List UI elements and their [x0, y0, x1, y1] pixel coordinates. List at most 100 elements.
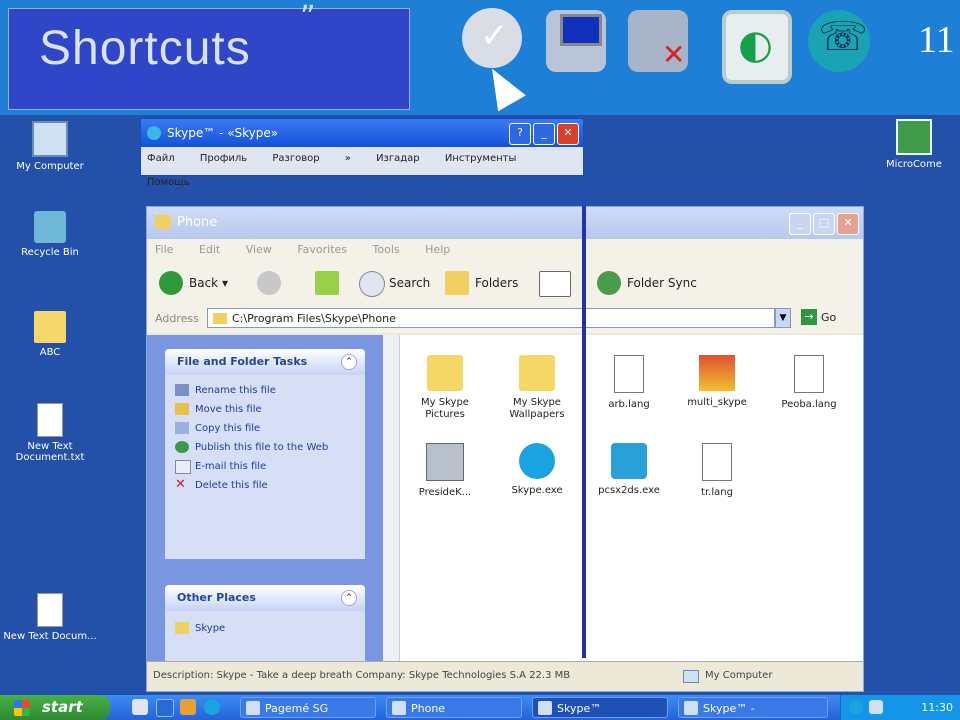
taskbar-button[interactable]: Pagemé SG	[240, 697, 376, 718]
up-folder-icon	[315, 271, 339, 295]
skype-mini-titlebar[interactable]: Skype™ - «Skype» ? _ ✕	[141, 119, 583, 147]
file-item[interactable]: pcsx2ds.exe	[587, 443, 671, 497]
task-rename[interactable]: Rename this file	[165, 381, 365, 400]
banner-quote-mark: ”	[300, 0, 316, 35]
desktop-icon-recycle-bin[interactable]: Recycle Bin	[2, 211, 98, 258]
desktop-icon-folder[interactable]: ABC	[2, 311, 98, 358]
status-bar: Description: Skype - Take a deep breath …	[147, 661, 863, 690]
text-document-icon	[37, 593, 63, 627]
task-move[interactable]: Move this file	[165, 400, 365, 419]
taskbar-button[interactable]: Phone	[386, 697, 522, 718]
sync-icon	[597, 271, 621, 295]
file-list-pane: My Skype Pictures My Skype Wallpapers ar…	[383, 335, 863, 661]
explorer-titlebar[interactable]: Phone _ □ ✕	[147, 207, 863, 239]
taskbar-button[interactable]: Skype™ -	[678, 697, 828, 718]
explorer-toolbar: Back ▾ Search Folders Folder Sync	[147, 261, 863, 305]
show-desktop-icon[interactable]	[132, 699, 148, 715]
file-item[interactable]: multi_skype	[675, 355, 759, 409]
menu-edit[interactable]: Edit	[199, 243, 220, 256]
menu-file[interactable]: File	[155, 243, 173, 256]
menu-item[interactable]: Помощь	[147, 177, 190, 188]
menu-item[interactable]: Инструменты	[445, 153, 517, 164]
network-tray-icon[interactable]	[869, 700, 883, 714]
text-document-icon	[794, 355, 824, 393]
status-description: Description: Skype - Take a deep breath …	[153, 670, 571, 681]
place-skype[interactable]: Skype	[165, 619, 365, 638]
help-icon[interactable]: ?	[509, 123, 531, 145]
file-item[interactable]: My Skype Wallpapers	[495, 355, 579, 421]
skype-quicklaunch-icon[interactable]	[204, 699, 220, 715]
explorer-title: Phone	[177, 215, 218, 230]
file-item[interactable]: My Skype Pictures	[403, 355, 487, 421]
menu-tools[interactable]: Tools	[373, 243, 400, 256]
task-email[interactable]: E-mail this file	[165, 457, 365, 476]
task-copy[interactable]: Copy this file	[165, 419, 365, 438]
folder-icon	[155, 215, 171, 229]
menu-favorites[interactable]: Favorites	[297, 243, 347, 256]
maximize-button[interactable]: □	[813, 213, 835, 235]
menu-item[interactable]: Разговор	[272, 153, 319, 164]
file-item[interactable]: Skype.exe	[495, 443, 579, 497]
task-delete[interactable]: ✕ Delete this file	[165, 476, 365, 495]
skype-icon	[519, 443, 555, 479]
up-folder-button[interactable]	[315, 271, 339, 295]
minimize-button[interactable]: _	[789, 213, 811, 235]
text-document-icon	[614, 355, 644, 393]
desktop-icon-share[interactable]: MicroCome	[866, 119, 960, 170]
folders-icon	[445, 271, 469, 295]
close-button[interactable]: ✕	[557, 123, 579, 145]
desktop-icon-label: My Computer	[16, 161, 84, 172]
menu-item[interactable]: Изгадар	[376, 153, 420, 164]
taskbar-button[interactable]: Skype™	[532, 697, 668, 718]
vertical-scrollbar[interactable]	[383, 335, 400, 661]
shortcuts-banner: Shortcuts ” 11	[0, 0, 960, 115]
close-button[interactable]: ✕	[837, 213, 859, 235]
menu-item[interactable]: »	[345, 153, 351, 164]
address-dropdown-button[interactable]: ▼	[775, 308, 791, 328]
menu-view[interactable]: View	[246, 243, 272, 256]
check-icon[interactable]	[462, 8, 522, 68]
file-label: Peoba.lang	[781, 399, 837, 410]
network-icon[interactable]	[546, 10, 606, 72]
file-item[interactable]: PresideK...	[403, 443, 487, 499]
skype-tray-icon[interactable]	[849, 700, 863, 714]
address-input[interactable]: C:\Program Files\Skype\Phone	[207, 308, 775, 328]
file-item[interactable]: tr.lang	[675, 443, 759, 499]
clock: 11:30	[921, 701, 953, 714]
search-button[interactable]: Search	[359, 271, 430, 297]
panel-header[interactable]: Other Places ⌃	[165, 585, 365, 611]
library-file-icon	[426, 443, 464, 481]
folders-button[interactable]: Folders	[445, 271, 518, 295]
menu-item[interactable]: Профиль	[200, 153, 247, 164]
collapse-chevron-icon[interactable]: ⌃	[341, 354, 357, 370]
video-split-line	[582, 206, 586, 658]
go-button[interactable]: Go	[799, 309, 849, 327]
minimize-button[interactable]: _	[533, 123, 555, 145]
green-app-icon[interactable]	[722, 10, 792, 84]
back-button[interactable]: Back ▾	[159, 271, 228, 295]
file-item[interactable]: Peoba.lang	[767, 355, 851, 411]
start-button[interactable]: start	[0, 695, 110, 720]
application-icon	[699, 355, 735, 391]
browser-icon[interactable]	[156, 699, 174, 717]
folder-icon	[519, 355, 555, 391]
task-publish[interactable]: Publish this file to the Web	[165, 438, 365, 457]
explorer-menubar: File Edit View Favorites Tools Help	[147, 239, 863, 261]
folder-sync-button[interactable]: Folder Sync	[597, 271, 697, 295]
collapse-chevron-icon[interactable]: ⌃	[341, 590, 357, 606]
desktop-icon-new-text-doc-2[interactable]: New Text Docum...	[2, 593, 98, 642]
desktop-icon-new-text-doc[interactable]: New Text Document.txt	[2, 403, 98, 463]
forward-button[interactable]	[257, 271, 281, 295]
desktop-icon-my-computer[interactable]: My Computer	[2, 121, 98, 172]
panel-header[interactable]: File and Folder Tasks ⌃	[165, 349, 365, 375]
globe-icon	[175, 441, 189, 453]
file-item[interactable]: arb.lang	[587, 355, 671, 411]
skype-icon[interactable]	[808, 10, 870, 72]
menu-item[interactable]: Файл	[147, 153, 175, 164]
back-arrow-icon	[159, 271, 183, 295]
views-button[interactable]	[539, 271, 579, 297]
network-disconnected-icon[interactable]	[628, 10, 688, 72]
desktop-icon-label: Recycle Bin	[21, 247, 79, 258]
menu-help[interactable]: Help	[425, 243, 450, 256]
media-icon[interactable]	[180, 699, 196, 715]
